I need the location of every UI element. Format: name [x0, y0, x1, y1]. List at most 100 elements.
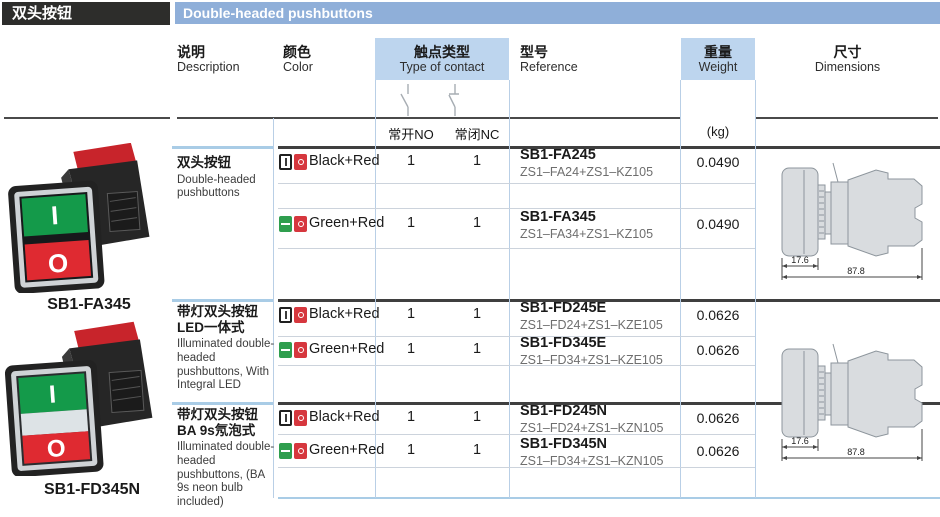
red-button-swatch: [294, 216, 307, 232]
no-count: 1: [378, 442, 444, 458]
header-rule-left: [4, 117, 170, 119]
reference-code: SB1-FD345E: [520, 336, 663, 352]
color-swatches: [279, 216, 307, 232]
catalog-page: 双头按钮 Double-headed pushbuttons 说明 Descri…: [0, 0, 940, 517]
reference-subcode: ZS1–FD24+ZS1–KZN105: [520, 422, 663, 436]
reference-cell: SB1-FA245 ZS1–FA24+ZS1–KZ105: [520, 148, 653, 180]
color-label: Black+Red: [309, 306, 380, 322]
reference-code: SB1-FA245: [520, 148, 653, 164]
nc-count: 1: [446, 153, 508, 169]
reference-code: SB1-FA345: [520, 210, 653, 226]
col-description-cn: 说明: [177, 44, 240, 60]
col-header-weight: 重量 Weight: [681, 38, 755, 80]
red-button-swatch: [294, 410, 307, 426]
reference-subcode: ZS1–FA34+ZS1–KZ105: [520, 228, 653, 242]
table-bottom-rule: [278, 497, 940, 499]
col-dimensions-en: Dimensions: [757, 60, 938, 74]
color-label: Green+Red: [309, 215, 384, 231]
row-separator: [278, 208, 755, 209]
reference-subcode: ZS1–FA24+ZS1–KZ105: [520, 166, 653, 180]
group2-desc-rule: [172, 299, 273, 302]
weight-value: 0.0490: [681, 216, 755, 232]
no-count: 1: [378, 409, 444, 425]
nc-count: 1: [446, 409, 508, 425]
dim-depth-value: 17.6: [791, 436, 809, 446]
color-label: Green+Red: [309, 341, 384, 357]
no-count: 1: [378, 306, 444, 322]
weight-value: 0.0626: [681, 307, 755, 323]
dimension-drawing-2: 17.6 87.8: [776, 330, 934, 468]
reference-code: SB1-FD345N: [520, 437, 663, 453]
reference-cell: SB1-FD245E ZS1–FD24+ZS1–KZE105: [520, 301, 663, 333]
reference-cell: SB1-FD345N ZS1–FD34+ZS1–KZN105: [520, 437, 663, 469]
no-count: 1: [378, 153, 444, 169]
col-color-en: Color: [283, 60, 313, 74]
red-button-swatch: [294, 307, 307, 323]
col-header-description: 说明 Description: [177, 44, 240, 74]
nc-label: 常闭NC: [446, 124, 508, 143]
normally-open-contact-icon: [397, 83, 417, 117]
reference-cell: SB1-FD345E ZS1–FD34+ZS1–KZE105: [520, 336, 663, 368]
reference-subcode: ZS1–FD34+ZS1–KZE105: [520, 354, 663, 368]
black-button-swatch: [279, 154, 292, 170]
off-symbol: O: [46, 435, 67, 463]
green-button-swatch: [279, 443, 292, 459]
reference-subcode: ZS1–FD24+ZS1–KZE105: [520, 319, 663, 333]
red-button-swatch: [294, 443, 307, 459]
color-swatches: [279, 342, 307, 358]
product-caption-2: SB1-FD345N: [8, 481, 176, 499]
col-contact-en: Type of contact: [400, 60, 485, 74]
reference-cell: SB1-FA345 ZS1–FA34+ZS1–KZ105: [520, 210, 653, 242]
weight-unit: (kg): [681, 124, 755, 139]
reference-subcode: ZS1–FD34+ZS1–KZN105: [520, 455, 663, 469]
col-weight-en: Weight: [699, 60, 738, 74]
black-button-swatch: [279, 307, 292, 323]
dim-length-value: 87.8: [847, 447, 865, 457]
col-dimensions-cn: 尺寸: [757, 44, 938, 60]
no-count: 1: [378, 341, 444, 357]
col-header-reference: 型号 Reference: [520, 44, 578, 74]
col-reference-en: Reference: [520, 60, 578, 74]
weight-value: 0.0626: [681, 443, 755, 459]
green-button-swatch: [279, 342, 292, 358]
red-button-swatch: [294, 342, 307, 358]
col-reference-cn: 型号: [520, 44, 578, 60]
header-rule-mid: [177, 117, 680, 119]
group3-desc-rule: [172, 402, 273, 405]
reference-code: SB1-FD245E: [520, 301, 663, 317]
color-label: Black+Red: [309, 153, 380, 169]
reference-cell: SB1-FD245N ZS1–FD24+ZS1–KZN105: [520, 404, 663, 436]
col-header-color: 颜色 Color: [283, 44, 313, 74]
color-label: Green+Red: [309, 442, 384, 458]
col-color-cn: 颜色: [283, 44, 313, 60]
reference-code: SB1-FD245N: [520, 404, 663, 420]
off-symbol: O: [47, 248, 69, 279]
color-swatches: [279, 307, 307, 323]
color-label: Black+Red: [309, 409, 380, 425]
col-contact-cn: 触点类型: [414, 44, 470, 60]
group1-desc-rule: [172, 146, 273, 149]
weight-value: 0.0626: [681, 410, 755, 426]
col-header-contact: 触点类型 Type of contact: [375, 38, 509, 80]
dimension-drawing-1: 17.6 87.8: [776, 152, 934, 284]
col-weight-cn: 重量: [704, 44, 732, 60]
page-title-cn: 双头按钮: [2, 2, 170, 25]
color-swatches: [279, 154, 307, 170]
dim-depth-value: 17.6: [791, 255, 809, 265]
header-rule-right: [756, 117, 938, 119]
normally-closed-contact-icon: [444, 83, 464, 117]
nc-count: 1: [446, 306, 508, 322]
col-header-dimensions: 尺寸 Dimensions: [757, 44, 938, 74]
product-photo-sb1-fa345: I O: [8, 143, 170, 293]
weight-value: 0.0626: [681, 342, 755, 358]
nc-count: 1: [446, 341, 508, 357]
product-caption-1: SB1-FA345: [8, 296, 170, 314]
nc-count: 1: [446, 215, 508, 231]
row-separator: [278, 248, 755, 249]
weight-value: 0.0490: [681, 154, 755, 170]
no-label: 常开NO: [378, 124, 444, 143]
page-title-en: Double-headed pushbuttons: [175, 2, 940, 24]
red-button-swatch: [294, 154, 307, 170]
dim-length-value: 87.8: [847, 266, 865, 276]
product-photo-sb1-fd345n: I O: [5, 320, 177, 476]
